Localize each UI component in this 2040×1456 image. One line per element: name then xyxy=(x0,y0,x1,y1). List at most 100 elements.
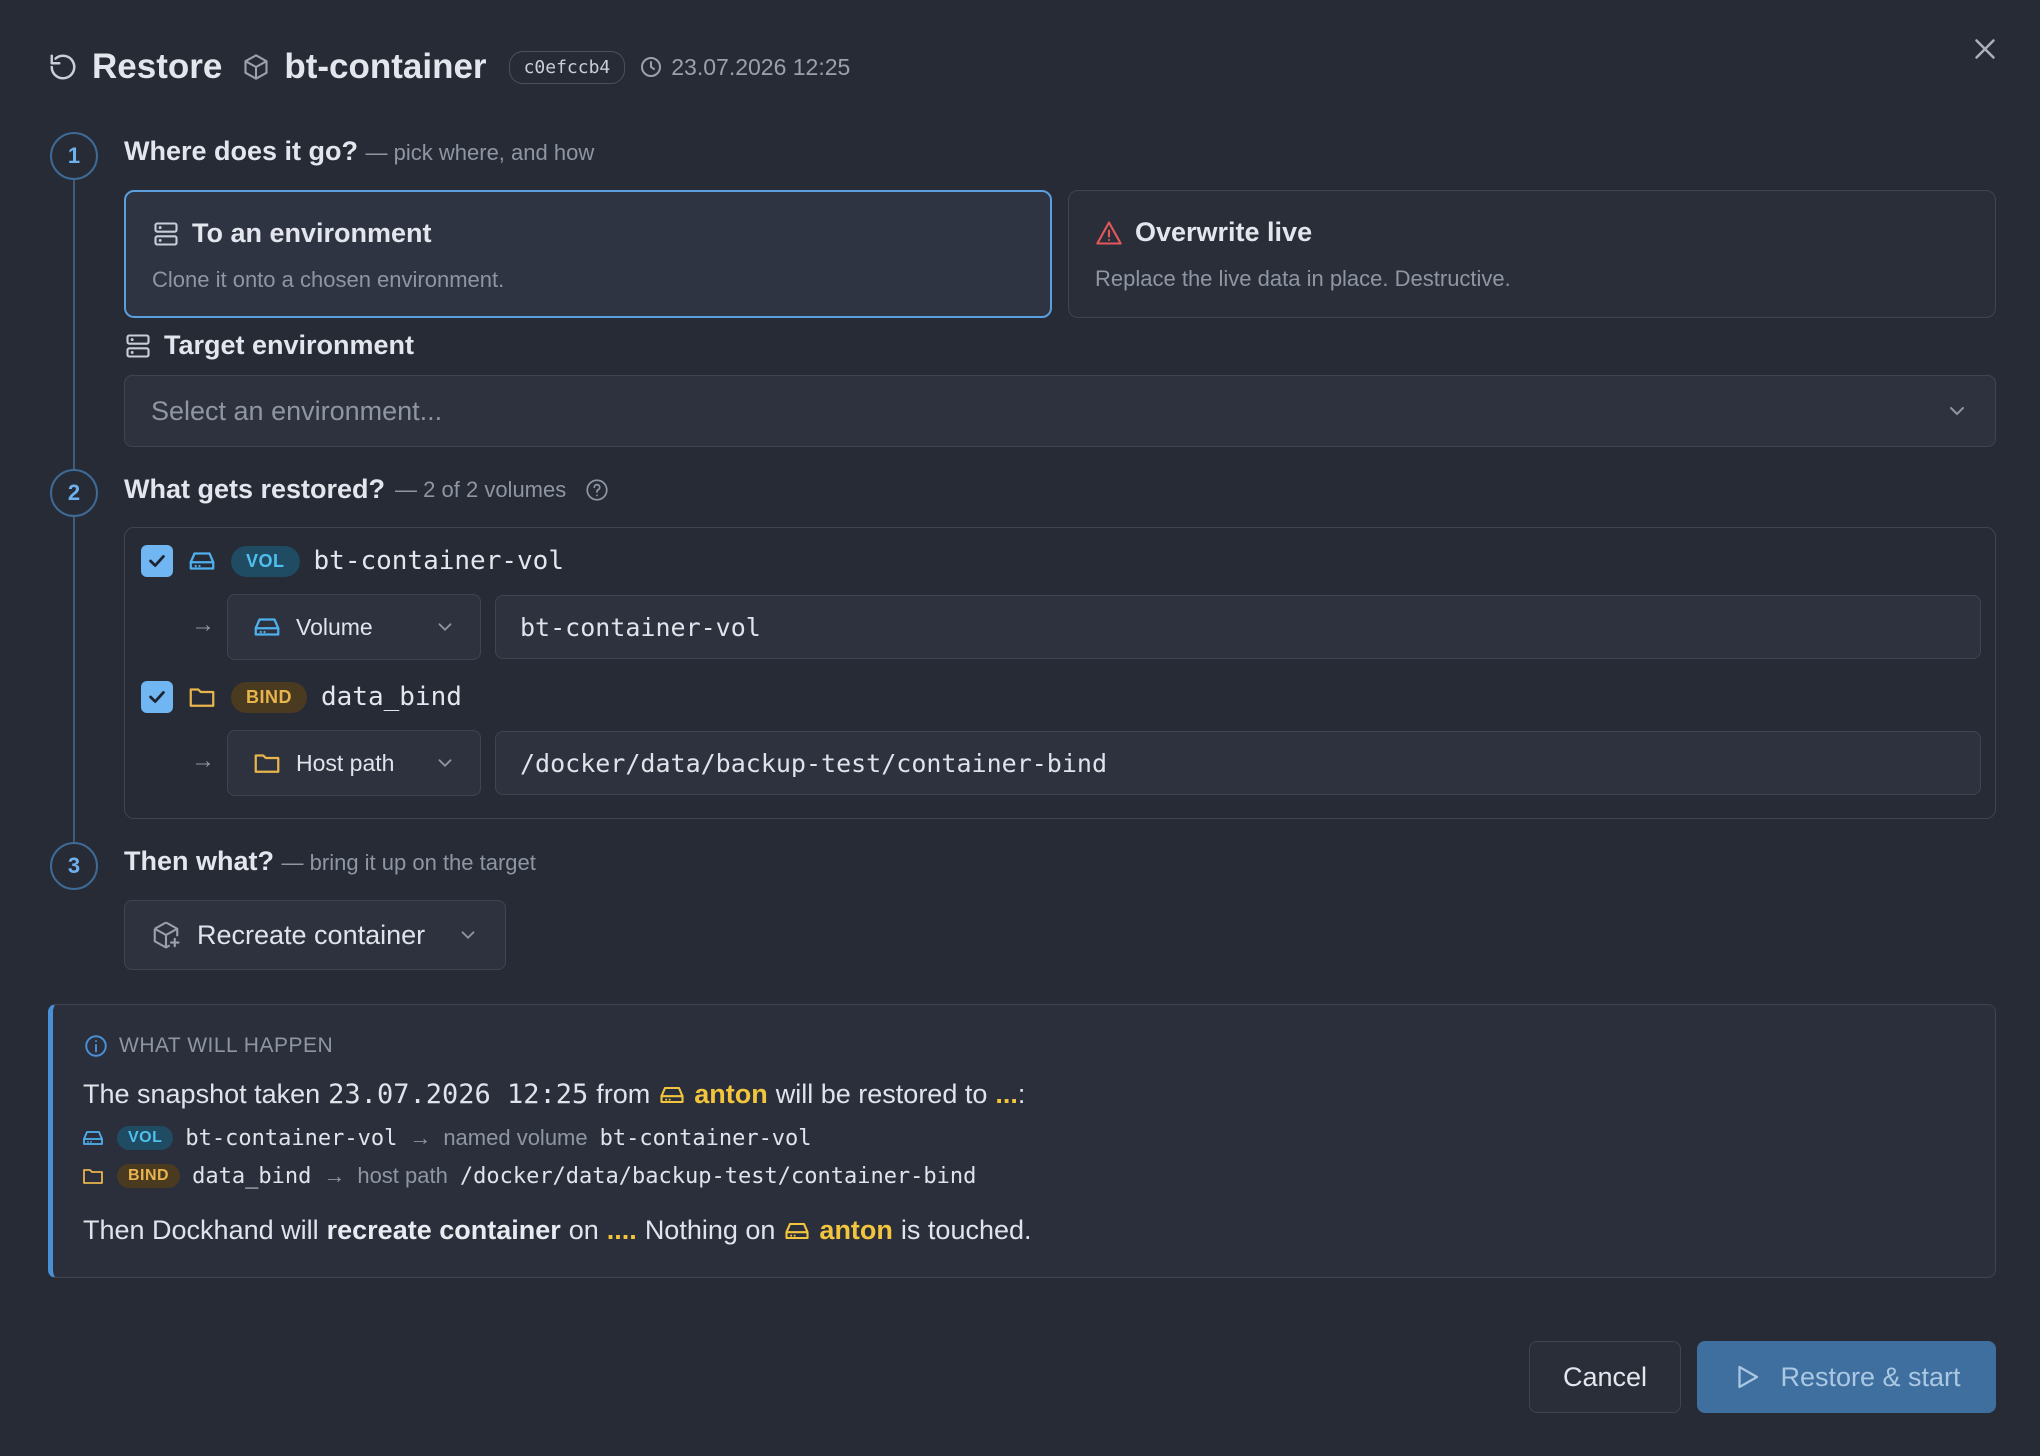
summary-text: : xyxy=(1017,1079,1026,1109)
snapshot-timestamp: 23.07.2026 12:25 xyxy=(639,54,850,81)
server-icon xyxy=(152,220,180,248)
step-3-heading: Then what? xyxy=(124,846,274,876)
mapping-arrow: → xyxy=(409,1125,432,1150)
summary-text: Then Dockhand will xyxy=(83,1215,319,1245)
summary-action: recreate container xyxy=(326,1215,561,1245)
snapshot-hash-badge: c0efccb4 xyxy=(508,50,626,84)
mapping-arrow: → xyxy=(191,747,215,774)
target-type-label: Host path xyxy=(296,749,395,776)
source-host-name: anton xyxy=(694,1079,768,1109)
mapping-arrow: → xyxy=(191,611,215,638)
volume-row: VOL bt-container-vol xyxy=(141,545,564,577)
chevron-down-icon xyxy=(434,752,456,774)
then-action-label: Recreate container xyxy=(197,919,426,950)
mapping-badge: BIND xyxy=(117,1164,181,1188)
option-description: Clone it onto a chosen environment. xyxy=(152,267,505,292)
volume-checkbox[interactable] xyxy=(141,545,173,577)
option-title: Overwrite live xyxy=(1135,217,1313,247)
target-type-select[interactable]: Volume xyxy=(227,594,481,660)
hard-drive-icon xyxy=(252,612,282,642)
clock-icon xyxy=(639,55,663,79)
step-2-title: What gets restored? — 2 of 2 volumes xyxy=(124,474,610,505)
summary-panel: WHAT WILL HAPPEN The snapshot taken 23.0… xyxy=(48,1004,1996,1278)
summary-mapping-row: VOL bt-container-vol → named volume bt-c… xyxy=(81,1125,812,1151)
cancel-button[interactable]: Cancel xyxy=(1529,1341,1681,1413)
dialog-header: Restore bt-container c0efccb4 23.07.2026… xyxy=(48,44,850,90)
summary-line-source: The snapshot taken 23.07.2026 12:25 from… xyxy=(83,1079,1025,1110)
mapping-arrow: → xyxy=(323,1163,346,1188)
hard-drive-icon xyxy=(658,1081,686,1109)
timestamp-text: 23.07.2026 12:25 xyxy=(671,53,851,80)
folder-icon xyxy=(252,748,282,778)
step-1-title: Where does it go? — pick where, and how xyxy=(124,136,594,167)
volumes-list: VOL bt-container-vol → Volume bt-contain… xyxy=(124,527,1996,819)
mapping-source: data_bind xyxy=(192,1163,312,1189)
target-type-label: Volume xyxy=(296,613,373,640)
step-1-subtitle: — pick where, and how xyxy=(365,140,595,165)
mapping-kind: named volume xyxy=(443,1125,588,1150)
help-icon[interactable] xyxy=(584,477,610,503)
dialog-title: Restore xyxy=(92,47,223,86)
warning-icon xyxy=(1095,219,1123,247)
step-2-subtitle: — 2 of 2 volumes xyxy=(395,476,567,502)
restore-icon xyxy=(48,52,78,82)
environment-placeholder: Select an environment... xyxy=(151,395,443,426)
volume-type-badge: VOL xyxy=(231,545,300,577)
target-environment-label: Target environment xyxy=(124,330,414,361)
folder-icon xyxy=(187,682,217,712)
folder-icon xyxy=(81,1164,105,1188)
restore-button-label: Restore & start xyxy=(1780,1361,1961,1392)
volume-row: BIND data_bind xyxy=(141,681,462,713)
target-type-select[interactable]: Host path xyxy=(227,730,481,796)
source-host-name: anton xyxy=(819,1215,893,1245)
volume-checkbox[interactable] xyxy=(141,681,173,713)
container-name: bt-container xyxy=(284,47,487,86)
chevron-down-icon xyxy=(434,616,456,638)
info-icon xyxy=(83,1033,109,1059)
step-3-subtitle: — bring it up on the target xyxy=(281,850,536,875)
mapping-badge: VOL xyxy=(117,1126,174,1150)
summary-text: The snapshot taken xyxy=(83,1079,321,1109)
summary-text: is touched. xyxy=(900,1215,1032,1245)
step-2-number: 2 xyxy=(50,469,98,517)
target-environment-text: Target environment xyxy=(164,330,415,360)
target-placeholder: ... xyxy=(995,1079,1018,1109)
step-2-heading: What gets restored? xyxy=(124,474,386,504)
summary-line-action: Then Dockhand will recreate container on… xyxy=(83,1215,1032,1246)
target-placeholder: .... xyxy=(606,1215,637,1245)
summary-time: 23.07.2026 12:25 xyxy=(328,1079,589,1110)
summary-heading: WHAT WILL HAPPEN xyxy=(83,1033,333,1059)
server-icon xyxy=(124,332,152,360)
option-overwrite-live[interactable]: Overwrite live Replace the live data in … xyxy=(1068,190,1996,318)
environment-select[interactable]: Select an environment... xyxy=(124,375,1996,447)
summary-heading-text: WHAT WILL HAPPEN xyxy=(119,1034,334,1057)
target-value-input[interactable]: /docker/data/backup-test/container-bind xyxy=(495,731,1981,795)
summary-text: Nothing on xyxy=(644,1215,776,1245)
summary-text: will be restored to xyxy=(775,1079,988,1109)
hard-drive-icon xyxy=(187,546,217,576)
step-1-number: 1 xyxy=(50,132,98,180)
step-3-number: 3 xyxy=(50,842,98,890)
restore-and-start-button[interactable]: Restore & start xyxy=(1697,1341,1996,1413)
summary-text: on xyxy=(568,1215,599,1245)
then-action-select[interactable]: Recreate container xyxy=(124,900,506,970)
option-to-environment[interactable]: To an environment Clone it onto a chosen… xyxy=(124,190,1052,318)
hard-drive-icon xyxy=(783,1217,811,1245)
chevron-down-icon xyxy=(1945,399,1969,423)
close-icon[interactable] xyxy=(1968,32,2002,66)
summary-mapping-row: BIND data_bind → host path /docker/data/… xyxy=(81,1163,976,1189)
mapping-source: bt-container-vol xyxy=(185,1125,398,1151)
play-icon xyxy=(1732,1362,1762,1392)
mapping-target: bt-container-vol xyxy=(599,1125,812,1151)
step-1-heading: Where does it go? xyxy=(124,136,359,166)
mapping-kind: host path xyxy=(357,1163,448,1188)
package-plus-icon xyxy=(151,920,181,950)
target-value-input[interactable]: bt-container-vol xyxy=(495,595,1981,659)
volume-name: bt-container-vol xyxy=(313,546,564,576)
step-3-title: Then what? — bring it up on the target xyxy=(124,846,536,877)
volume-name: data_bind xyxy=(321,682,462,712)
option-title: To an environment xyxy=(192,218,432,248)
chevron-down-icon xyxy=(457,924,479,946)
volume-type-badge: BIND xyxy=(231,681,307,713)
container-icon xyxy=(242,53,270,81)
